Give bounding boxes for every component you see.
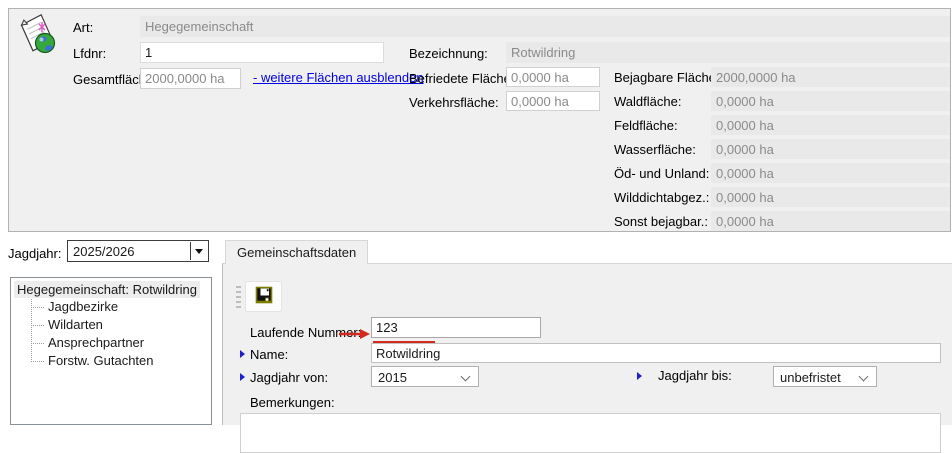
floppy-disk-icon (254, 285, 274, 308)
jagdjahr-von-dropdown[interactable]: 2015 (371, 366, 479, 387)
tree-item-hegegemeinschaft[interactable]: Hegegemeinschaft: Rotwildring (14, 281, 200, 298)
verkehrsflaeche-input[interactable] (506, 91, 600, 111)
sonst-bejagbar-label: Sonst bejagbar.: (614, 214, 708, 229)
field-marker-icon (240, 373, 245, 381)
jagdjahr-bis-dropdown[interactable]: unbefristet (773, 366, 877, 387)
wilddichtabgez-label: Wilddichtabgez.: (614, 190, 709, 205)
name-label: Name: (250, 347, 288, 362)
wilddichtabgez-field: 0,0000 ha (711, 187, 950, 207)
name-input[interactable] (371, 343, 941, 363)
bezeichnung-label: Bezeichnung: (409, 46, 488, 61)
annotation-arrow-icon (338, 328, 371, 343)
save-button[interactable] (245, 281, 282, 312)
jagdjahr-von-value: 2015 (378, 370, 407, 385)
jagdjahr-von-label: Jagdjahr von: (250, 370, 328, 385)
chevron-down-icon (859, 372, 869, 382)
bezeichnung-field: Rotwildring (506, 42, 950, 63)
oed-und-unland-field: 0,0000 ha (711, 163, 950, 183)
wasserflaeche-label: Wasserfläche: (614, 142, 696, 157)
caret-down-icon (195, 249, 203, 254)
oed-und-unland-label: Öd- und Unland: (614, 166, 709, 181)
bemerkungen-label: Bemerkungen: (250, 395, 335, 410)
weitere-flaechen-link[interactable]: - weitere Flächen ausblenden (253, 70, 424, 85)
jagdjahr-dropdown-value: 2025/2026 (73, 244, 134, 259)
tree-item-forstw-gutachten[interactable]: Forstw. Gutachten (11, 352, 211, 370)
field-marker-icon (240, 350, 245, 358)
waldflaeche-label: Waldfläche: (614, 94, 681, 109)
verkehrsflaeche-label: Verkehrsfläche: (409, 95, 499, 110)
tree-item-ansprechpartner[interactable]: Ansprechpartner (11, 334, 211, 352)
feldflaeche-field: 0,0000 ha (711, 115, 950, 135)
jagdjahr-bis-value: unbefristet (780, 370, 841, 385)
toolbar-grip-handle[interactable] (236, 286, 241, 308)
navigation-tree: Hegegemeinschaft: Rotwildring Jagdbezirk… (10, 277, 212, 425)
field-marker-icon (637, 372, 642, 380)
tab-label: Gemeinschaftsdaten (237, 245, 356, 260)
lfdnr-label: Lfdnr: (73, 46, 106, 61)
jagdjahr-bis-label: Jagdjahr bis: (658, 368, 732, 383)
tree-item-wildarten[interactable]: Wildarten (11, 316, 211, 334)
befriedete-flaeche-label: Befriedete Fläche: (409, 71, 515, 86)
wasserflaeche-field: 0,0000 ha (711, 139, 950, 159)
art-label: Art: (73, 20, 93, 35)
lfdnr-input[interactable] (140, 42, 384, 63)
bejagbare-flaeche-field: 2000,0000 ha (711, 67, 950, 87)
tree-item-jagdbezirke[interactable]: Jagdbezirke (11, 298, 211, 316)
sonst-bejagbar-field: 0,0000 ha (711, 211, 950, 231)
chevron-down-icon (461, 372, 471, 382)
art-field: Hegegemeinschaft (140, 16, 950, 37)
befriedete-flaeche-input[interactable] (506, 67, 600, 87)
bemerkungen-textarea[interactable] (240, 413, 941, 453)
document-globe-icon (15, 13, 61, 60)
jagdjahr-label: Jagdjahr: (8, 246, 61, 261)
jagdjahr-dropdown[interactable]: 2025/2026 (67, 240, 209, 262)
jagdjahr-dropdown-button[interactable] (190, 242, 207, 260)
gesamtflaeche-input[interactable] (140, 68, 241, 89)
feldflaeche-label: Feldfläche: (614, 118, 678, 133)
laufende-nummer-input[interactable] (371, 317, 541, 338)
waldflaeche-field: 0,0000 ha (711, 91, 950, 111)
bejagbare-flaeche-label: Bejagbare Fläche: (614, 70, 720, 85)
tab-gemeinschaftsdaten[interactable]: Gemeinschaftsdaten (225, 240, 368, 264)
master-data-panel: Art: Hegegemeinschaft Lfdnr: Gesamtfläch… (8, 8, 951, 232)
